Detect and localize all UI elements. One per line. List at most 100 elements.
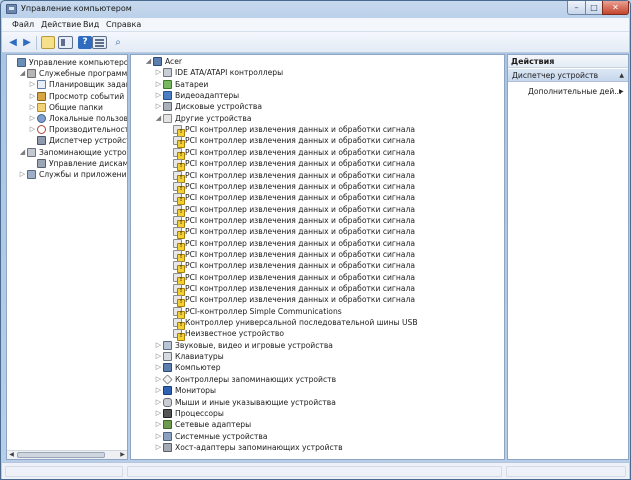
device-tree-item[interactable]: ▷ Контроллеры запоминающих устройств xyxy=(131,374,504,385)
device-tree-item[interactable]: PCI контроллер извлечения данных и обраб… xyxy=(131,226,504,240)
device-tree-item[interactable]: PCI контроллер извлечения данных и обраб… xyxy=(131,204,504,217)
back-arrow-icon[interactable]: ◀ xyxy=(6,36,20,49)
console-tree-item[interactable]: ▷ Общие папки xyxy=(7,102,127,113)
menu-file[interactable]: Файл xyxy=(12,20,34,29)
expand-arrow-icon[interactable]: ▷ xyxy=(29,102,36,113)
maximize-button[interactable]: □ xyxy=(585,1,603,15)
device-tree-item[interactable]: PCI контроллер извлечения данных и обраб… xyxy=(131,294,504,308)
help-icon[interactable]: ? xyxy=(78,36,92,49)
collapse-arrow-icon[interactable]: ◢ xyxy=(145,56,152,67)
collapse-caret-icon[interactable]: ▲ xyxy=(619,69,624,82)
controller-icon xyxy=(162,374,173,385)
console-tree-item[interactable]: Управление дисками xyxy=(7,158,127,169)
more-actions-item[interactable]: Дополнительные дей... ▶ xyxy=(528,86,626,97)
console-tree-item[interactable]: ▷ Просмотр событий xyxy=(7,91,127,102)
console-tree-item[interactable]: ▷ Планировщик заданий xyxy=(7,79,127,90)
properties-icon[interactable] xyxy=(92,36,107,49)
expand-arrow-icon[interactable]: ▷ xyxy=(29,79,36,90)
actions-section-device-manager[interactable]: Диспетчер устройств ▲ xyxy=(508,69,628,82)
device-tree-item[interactable]: PCI контроллер извлечения данных и обраб… xyxy=(131,272,504,285)
device-tree-item[interactable]: ▷ Дисковые устройства xyxy=(131,101,504,112)
expand-arrow-icon[interactable]: ▷ xyxy=(155,374,162,385)
scrollbar-thumb[interactable] xyxy=(17,452,105,458)
device-tree-item[interactable]: PCI контроллер извлечения данных и обраб… xyxy=(131,135,504,149)
device-tree-item[interactable]: ◢ Acer xyxy=(131,56,504,67)
device-tree-item[interactable]: PCI контроллер извлечения данных и обраб… xyxy=(131,260,504,274)
console-tree-item[interactable]: ▷ Локальные пользовате xyxy=(7,113,127,124)
expand-arrow-icon[interactable]: ▷ xyxy=(155,90,162,101)
device-tree-item[interactable]: PCI контроллер извлечения данных и обраб… xyxy=(131,215,504,228)
horizontal-scrollbar[interactable]: ◀ ▶ xyxy=(7,450,127,459)
console-tree-item[interactable]: Диспетчер устройств xyxy=(7,135,127,146)
device-tree-item[interactable]: ▷ Видеоадаптеры xyxy=(131,90,504,101)
expand-arrow-icon[interactable]: ▷ xyxy=(29,91,36,102)
expand-arrow-icon[interactable]: ▷ xyxy=(19,169,26,180)
menu-action[interactable]: Действие xyxy=(41,20,81,29)
expand-arrow-icon[interactable]: ▷ xyxy=(155,79,162,90)
expand-arrow-icon[interactable]: ▷ xyxy=(155,67,162,78)
menu-help[interactable]: Справка xyxy=(106,20,141,29)
scan-hardware-icon[interactable]: ⌕ xyxy=(111,36,125,49)
more-actions-label: Дополнительные дей... xyxy=(528,87,622,96)
collapse-arrow-icon[interactable]: ◢ xyxy=(19,147,26,158)
device-tree-item[interactable]: ▷ Процессоры xyxy=(131,408,504,419)
device-tree-item[interactable]: PCI контроллер извлечения данных и обраб… xyxy=(131,181,504,194)
monitor-icon xyxy=(163,386,172,396)
minimize-button[interactable]: – xyxy=(567,1,586,15)
expand-arrow-icon[interactable]: ▷ xyxy=(155,419,162,430)
console-tree-item[interactable]: ▷ Службы и приложения xyxy=(7,169,127,180)
device-tree-item[interactable]: ▷ Сетевые адаптеры xyxy=(131,419,504,430)
forward-arrow-icon[interactable]: ▶ xyxy=(20,36,34,49)
console-tree-item[interactable]: Управление компьютером (л xyxy=(7,57,127,68)
expand-arrow-icon[interactable]: ▷ xyxy=(155,442,162,453)
device-tree-item[interactable]: PCI контроллер извлечения данных и обраб… xyxy=(131,249,504,262)
console-tree-item[interactable]: ◢ Служебные программы xyxy=(7,68,127,79)
close-button[interactable]: ✕ xyxy=(602,1,629,15)
device-tree-item[interactable]: ▷ IDE ATA/ATAPI контроллеры xyxy=(131,67,504,78)
show-hide-tree-icon[interactable] xyxy=(58,36,73,49)
expand-arrow-icon[interactable]: ▷ xyxy=(155,351,162,362)
scroll-right-arrow-icon[interactable]: ▶ xyxy=(118,451,127,459)
collapse-arrow-icon[interactable]: ◢ xyxy=(19,68,26,79)
device-tree-item[interactable]: ▷ Батареи xyxy=(131,79,504,90)
device-tree-item[interactable]: ▷ Мыши и иные указывающие устройства xyxy=(131,397,504,408)
device-tree-item[interactable]: PCI контроллер извлечения данных и обраб… xyxy=(131,158,504,172)
device-tree-item[interactable]: Неизвестное устройство xyxy=(131,328,504,342)
device-tree-item[interactable]: ▷ Клавиатуры xyxy=(131,351,504,362)
device-tree-item[interactable]: ▷ Мониторы xyxy=(131,385,504,396)
expand-arrow-icon[interactable]: ▷ xyxy=(155,385,162,396)
device-tree-item[interactable]: ▷ Системные устройства xyxy=(131,431,504,442)
device-tree-item[interactable]: PCI-контроллер Simple Communications xyxy=(131,306,504,319)
device-tree-item[interactable]: PCI контроллер извлечения данных и обраб… xyxy=(131,147,504,160)
expand-arrow-icon[interactable]: ▷ xyxy=(155,101,162,112)
expand-arrow-icon[interactable]: ▷ xyxy=(29,113,36,124)
device-tree-item[interactable]: ▷ Звуковые, видео и игровые устройства xyxy=(131,340,504,351)
expand-arrow-icon[interactable]: ▷ xyxy=(155,340,162,351)
expand-arrow-icon[interactable]: ▷ xyxy=(29,124,36,135)
device-tree-item[interactable]: Контроллер универсальной последовательно… xyxy=(131,317,504,331)
expand-arrow-icon[interactable]: ▷ xyxy=(155,431,162,442)
device-tree-item[interactable]: PCI контроллер извлечения данных и обраб… xyxy=(131,192,504,206)
title-bar[interactable]: Управление компьютером – □ ✕ xyxy=(1,1,630,18)
device-tree-item-label: PCI контроллер извлечения данных и обраб… xyxy=(185,249,416,259)
device-tree-item[interactable]: PCI контроллер извлечения данных и обраб… xyxy=(131,124,504,138)
perf-icon xyxy=(37,125,46,135)
up-level-icon[interactable] xyxy=(41,36,55,49)
menu-view[interactable]: Вид xyxy=(83,20,99,29)
device-tree-item[interactable]: PCI контроллер извлечения данных и обраб… xyxy=(131,170,504,183)
expand-arrow-icon[interactable]: ▷ xyxy=(155,397,162,408)
device-tree-item[interactable]: ▷ Хост-адаптеры запоминающих устройств xyxy=(131,442,504,453)
device-tree-item[interactable]: ◢ Другие устройства xyxy=(131,113,504,124)
console-tree-item[interactable]: ◢ Запоминающие устройст xyxy=(7,147,127,158)
device-tree-item[interactable]: ▷ Компьютер xyxy=(131,362,504,373)
device-tree-item-label: Контроллер универсальной последовательно… xyxy=(185,318,418,328)
scroll-left-arrow-icon[interactable]: ◀ xyxy=(7,451,16,459)
console-tree-item-label: Общие папки xyxy=(49,102,103,112)
console-tree-item[interactable]: ▷ Производительность xyxy=(7,124,127,135)
expand-arrow-icon[interactable]: ▷ xyxy=(155,408,162,419)
device-tree-item[interactable]: PCI контроллер извлечения данных и обраб… xyxy=(131,238,504,251)
expand-arrow-icon[interactable]: ▷ xyxy=(155,362,162,373)
device-tree-item[interactable]: PCI контроллер извлечения данных и обраб… xyxy=(131,283,504,296)
collapse-arrow-icon[interactable]: ◢ xyxy=(155,113,162,124)
